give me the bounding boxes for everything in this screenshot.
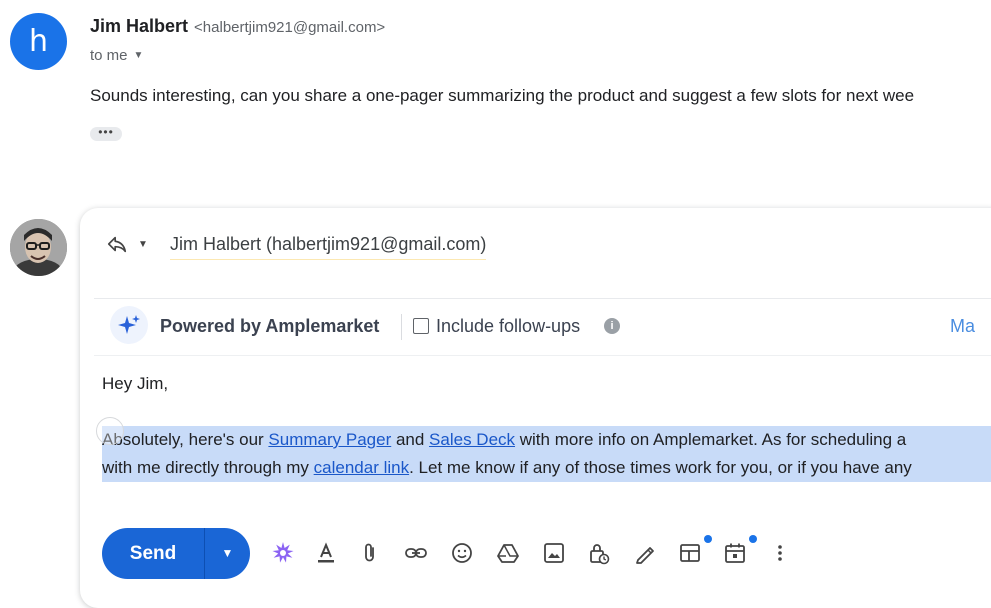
to-me-label: to me [90, 47, 128, 64]
sender-name[interactable]: Jim Halbert [90, 16, 188, 36]
reply-type-caret-icon[interactable]: ▼ [138, 239, 148, 250]
recipient-field[interactable]: Jim Halbert (halbertjim921@gmail.com) [170, 234, 487, 260]
sales-deck-link[interactable]: Sales Deck [429, 430, 515, 449]
calendar-link[interactable]: calendar link [314, 458, 409, 477]
amplemarket-more-link[interactable]: Ma [950, 316, 975, 337]
body-text: and [391, 430, 430, 449]
template-notification-dot [704, 535, 712, 543]
powered-by-label: Powered by Amplemarket [160, 316, 380, 336]
include-followups-label[interactable]: Include follow-ups [436, 316, 580, 337]
drive-icon[interactable] [495, 540, 521, 566]
amplemarket-sparkle-icon[interactable] [110, 306, 148, 344]
body-text: with more info on Amplemarket. As for sc… [515, 430, 907, 449]
user-avatar[interactable] [10, 219, 67, 276]
info-icon[interactable]: i [604, 318, 620, 334]
template-icon[interactable] [677, 540, 703, 566]
show-trimmed-content-button[interactable]: ••• [90, 126, 122, 141]
reply-body-line-1[interactable]: Absolutely, here's our Summary Pager and… [102, 426, 991, 454]
link-icon[interactable] [403, 540, 429, 566]
emoji-icon[interactable] [449, 540, 475, 566]
schedule-icon[interactable] [722, 540, 748, 566]
cursor-indicator [96, 417, 124, 445]
caret-down-icon: ▼ [133, 50, 144, 61]
reply-type-icon[interactable] [106, 233, 128, 255]
confidential-mode-icon[interactable] [586, 540, 612, 566]
photo-icon[interactable] [541, 540, 567, 566]
recipients-toggle[interactable]: to me ▼ [90, 47, 143, 64]
reply-body-line-2[interactable]: with me directly through my calendar lin… [102, 454, 991, 482]
text-format-icon[interactable] [313, 540, 339, 566]
send-options-caret-icon[interactable]: ▼ [205, 528, 250, 579]
sender-email: <halbertjim921@gmail.com> [194, 19, 386, 36]
divider [401, 314, 402, 340]
signature-icon[interactable] [632, 540, 658, 566]
body-text: . Let me know if any of those times work… [409, 458, 912, 477]
body-text: Absolutely, here's our [102, 430, 269, 449]
attach-icon[interactable] [357, 540, 383, 566]
sender-avatar[interactable]: h [10, 13, 67, 70]
more-options-icon[interactable] [767, 540, 793, 566]
reply-greeting[interactable]: Hey Jim, [102, 374, 168, 394]
ai-sparkle-icon[interactable] [270, 540, 296, 566]
sender-header: Jim Halbert <halbertjim921@gmail.com> [90, 16, 385, 37]
body-text: with me directly through my [102, 458, 314, 477]
message-body: Sounds interesting, can you share a one-… [90, 86, 915, 105]
schedule-notification-dot [749, 535, 757, 543]
summary-pager-link[interactable]: Summary Pager [268, 430, 391, 449]
send-button[interactable]: Send [102, 528, 204, 579]
include-followups-checkbox[interactable] [413, 318, 429, 334]
